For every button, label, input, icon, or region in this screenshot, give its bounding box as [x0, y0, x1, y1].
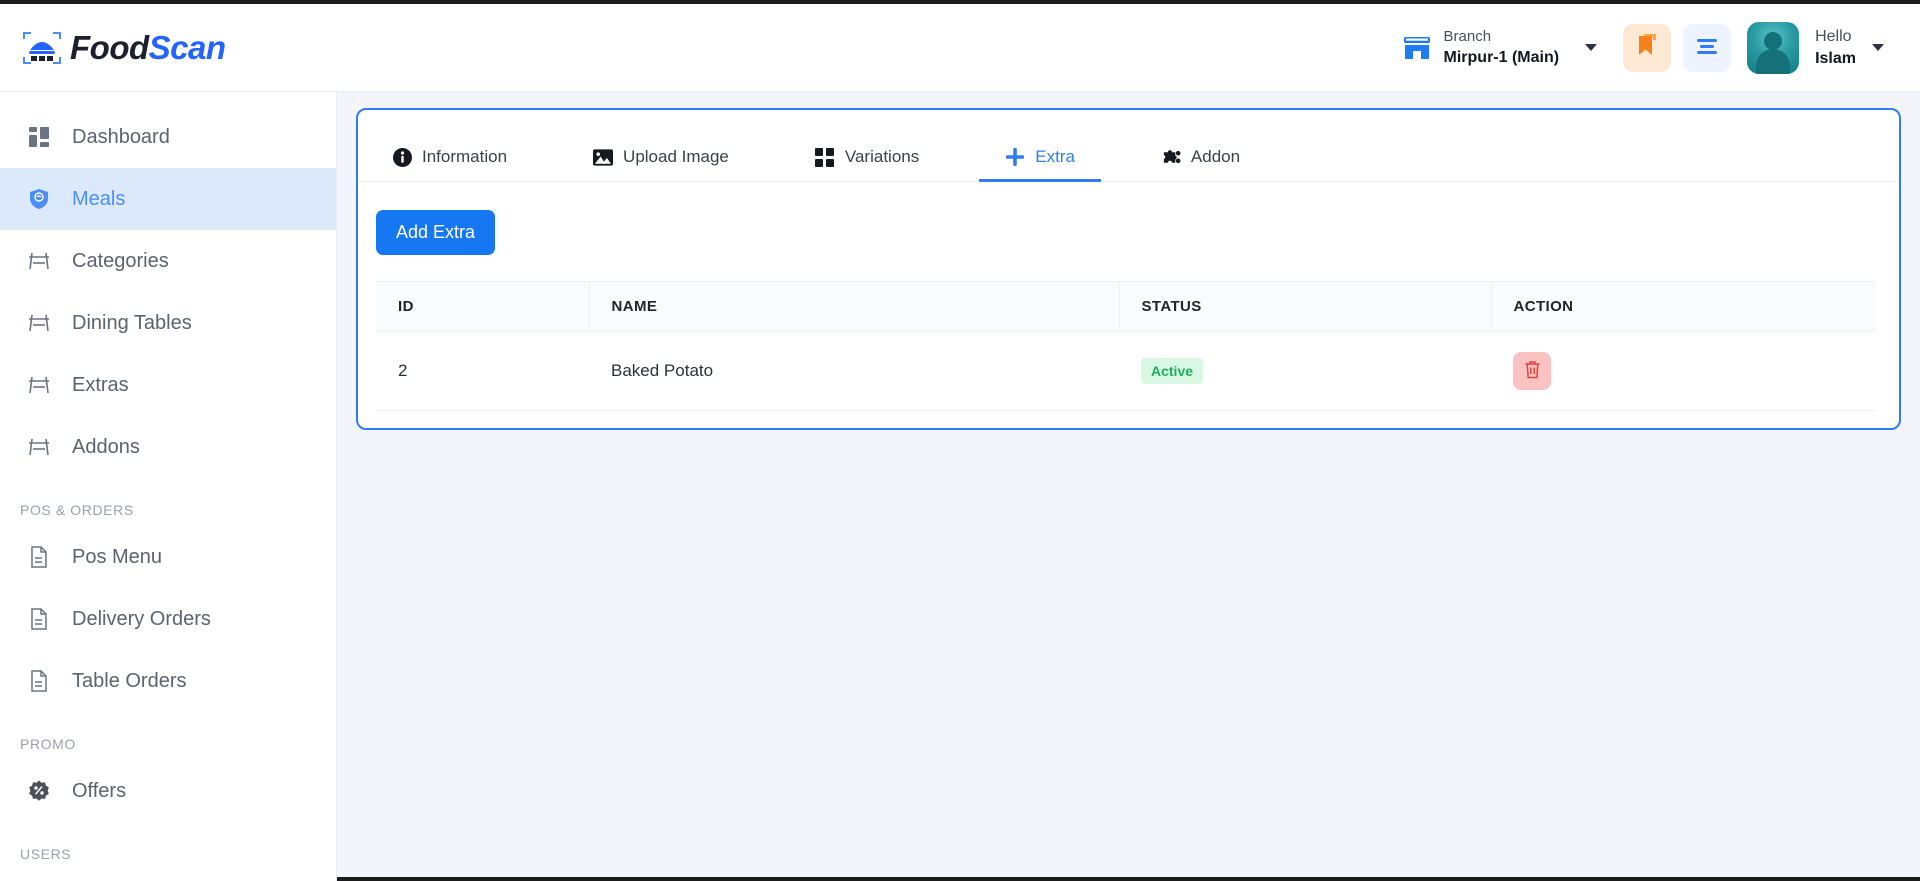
- cell-id: 2: [376, 331, 589, 411]
- discount-badge-icon: [28, 780, 50, 802]
- tab-label: Addon: [1190, 147, 1241, 166]
- image-icon: [593, 147, 614, 167]
- hello-label: Hello: [1815, 27, 1852, 45]
- sidebar-item-label: Addons: [72, 435, 140, 458]
- sidebar-item-label: Pos Menu: [72, 545, 163, 568]
- tab-bar: Information Upload Image Variations Extr…: [358, 110, 1899, 182]
- tab-upload-image[interactable]: Upload Image: [589, 147, 733, 181]
- plus-icon: [1005, 147, 1025, 167]
- sidebar-item-label: Extras: [72, 373, 129, 396]
- user-menu[interactable]: Hello Islam: [1815, 26, 1856, 69]
- sidebar-item-addons[interactable]: Addons: [0, 416, 336, 478]
- document-list-icon: [28, 546, 50, 568]
- extras-table: ID NAME STATUS ACTION 2 Baked Potato Act…: [376, 281, 1876, 411]
- bookmark-icon: [1635, 32, 1659, 63]
- tab-label: Variations: [844, 147, 920, 166]
- tab-label: Upload Image: [623, 147, 729, 166]
- column-header-action: ACTION: [1490, 281, 1876, 332]
- puzzle-piece-icon: [1161, 147, 1181, 167]
- bookmark-button[interactable]: [1623, 23, 1672, 72]
- menu-toggle-button[interactable]: [1683, 23, 1732, 72]
- add-extra-button[interactable]: Add Extra: [376, 210, 496, 255]
- sidebar-item-label: Categories: [72, 249, 169, 272]
- sidebar-item-label: Table Orders: [72, 669, 187, 692]
- food-dome-qr-icon: [20, 28, 64, 68]
- app-root: FoodScan Branch Mirpur-1 (Main) Hello Is…: [0, 0, 1920, 881]
- sidebar-item-extras[interactable]: Extras: [0, 354, 336, 416]
- picnic-table-icon: [28, 374, 50, 396]
- sidebar-group-pos-orders: POS & ORDERS: [20, 502, 134, 518]
- branch-value: Mirpur-1 (Main): [1443, 48, 1560, 66]
- sidebar-item-label: Dashboard: [72, 125, 170, 148]
- shield-meal-icon: [28, 188, 50, 210]
- column-header-status: STATUS: [1118, 281, 1491, 332]
- table-header-row: ID NAME STATUS ACTION: [376, 281, 1876, 332]
- sidebar-item-categories[interactable]: Categories: [0, 230, 336, 292]
- delete-row-button[interactable]: [1513, 352, 1551, 390]
- main-content: Information Upload Image Variations Extr…: [337, 92, 1920, 881]
- column-header-id: ID: [376, 281, 589, 332]
- sidebar-item-delivery-orders[interactable]: Delivery Orders: [0, 588, 336, 650]
- sidebar: Dashboard Meals Categories Dining Tables…: [0, 92, 337, 881]
- top-header: FoodScan Branch Mirpur-1 (Main) Hello Is…: [0, 4, 1920, 92]
- picnic-table-icon: [28, 312, 50, 334]
- status-badge: Active: [1141, 358, 1204, 384]
- trash-delete-icon: [1524, 360, 1541, 382]
- tab-information[interactable]: Information: [388, 147, 511, 181]
- sidebar-item-offers[interactable]: Offers: [0, 760, 336, 822]
- brand-food-text: Food: [70, 28, 149, 66]
- store-icon: [1402, 34, 1432, 62]
- tab-addon[interactable]: Addon: [1157, 147, 1244, 181]
- tab-extra[interactable]: Extra: [979, 147, 1101, 182]
- sidebar-item-label: Delivery Orders: [72, 607, 211, 630]
- table-body: 2 Baked Potato Active: [376, 331, 1876, 411]
- grid-squares-icon: [815, 147, 835, 167]
- sidebar-item-label: Meals: [72, 187, 126, 210]
- document-list-icon: [28, 670, 50, 692]
- brand-wordmark: FoodScan: [70, 29, 226, 67]
- sidebar-group-promo: PROMO: [20, 736, 76, 752]
- picnic-table-icon: [28, 250, 50, 272]
- dashboard-grid-icon: [28, 126, 50, 148]
- header-actions: Branch Mirpur-1 (Main) Hello Islam: [1402, 21, 1898, 74]
- table-header: ID NAME STATUS ACTION: [376, 281, 1876, 332]
- cell-name: Baked Potato: [589, 331, 1119, 411]
- table-row: 2 Baked Potato Active: [376, 331, 1876, 411]
- tab-label: Information: [422, 147, 508, 166]
- info-circle-icon: [392, 147, 412, 167]
- sidebar-item-label: Dining Tables: [72, 311, 192, 334]
- sidebar-item-dashboard[interactable]: Dashboard: [0, 106, 336, 168]
- branch-selector[interactable]: Branch Mirpur-1 (Main): [1402, 27, 1560, 69]
- branch-text: Branch Mirpur-1 (Main): [1444, 27, 1560, 69]
- hamburger-menu-icon: [1694, 35, 1720, 60]
- avatar[interactable]: [1747, 21, 1800, 74]
- chevron-down-icon-branch[interactable]: [1585, 44, 1598, 51]
- sidebar-item-label: Offers: [72, 779, 127, 802]
- column-header-name: NAME: [588, 281, 1119, 332]
- brand-logo[interactable]: FoodScan: [20, 28, 226, 68]
- user-name: Islam: [1815, 49, 1856, 67]
- cell-action: [1491, 331, 1876, 411]
- sidebar-item-dining-tables[interactable]: Dining Tables: [0, 292, 336, 354]
- document-list-icon: [28, 608, 50, 630]
- branch-label: Branch: [1443, 27, 1492, 45]
- chevron-down-icon-user[interactable]: [1872, 44, 1884, 51]
- brand-scan-text: Scan: [148, 28, 226, 66]
- cell-status: Active: [1119, 331, 1491, 411]
- sidebar-group-users: USERS: [20, 846, 72, 862]
- sidebar-item-pos-menu[interactable]: Pos Menu: [0, 526, 336, 588]
- picnic-table-icon: [28, 436, 50, 458]
- sidebar-item-meals[interactable]: Meals: [0, 168, 336, 230]
- tab-label: Extra: [1035, 147, 1075, 166]
- sidebar-item-table-orders[interactable]: Table Orders: [0, 650, 336, 712]
- tab-variations[interactable]: Variations: [811, 147, 923, 181]
- meal-detail-card: Information Upload Image Variations Extr…: [356, 108, 1901, 430]
